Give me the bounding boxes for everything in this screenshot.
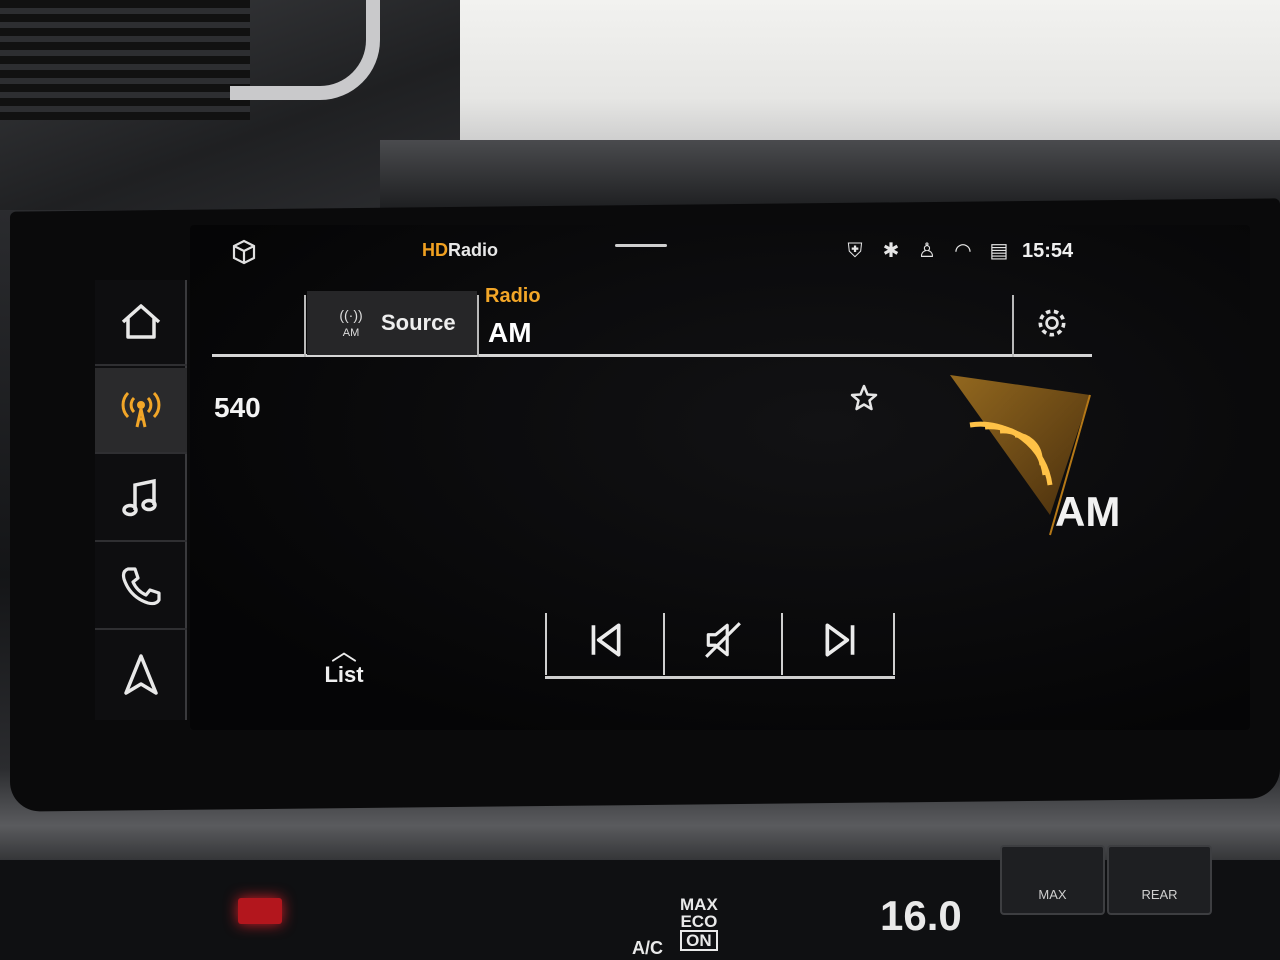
status-icons: ⛨ ✱ ♙ ◠ ▤	[842, 238, 1012, 264]
hd-radio-logo: HDRadio	[422, 240, 499, 260]
header-divider	[477, 295, 479, 357]
station-frequency: 540	[214, 392, 261, 423]
radio-antenna-icon	[121, 391, 161, 428]
status-bar: HDRadio ⛨ ✱ ♙ ◠ ▤ 15:54	[222, 234, 1092, 270]
home-icon	[121, 304, 161, 339]
favorite-star-icon[interactable]	[848, 382, 880, 414]
gear-icon	[1038, 309, 1066, 337]
section-title: Radio	[485, 285, 541, 307]
ac-label[interactable]: A/C	[632, 938, 663, 959]
source-label: Source	[381, 310, 456, 335]
mute-button[interactable]	[665, 605, 781, 675]
front-defrost-max-button[interactable]: MAX	[1000, 845, 1105, 915]
windshield-area	[460, 0, 1280, 140]
nav-phone-button[interactable]	[95, 544, 187, 630]
wifi-icon: ◠	[954, 240, 972, 262]
bluetooth-icon: ✱	[882, 240, 900, 262]
car-dashboard-scene: HDRadio ⛨ ✱ ♙ ◠ ▤ 15:54 ((·)) AM Source R…	[0, 0, 1280, 960]
next-station-button[interactable]	[783, 605, 899, 675]
person-icon: ♙	[918, 240, 936, 262]
air-vent-slats	[0, 0, 250, 120]
shield-icon: ⛨	[847, 240, 863, 262]
music-note-icon	[122, 478, 157, 517]
band-title: AM	[488, 317, 532, 348]
radio-header: ((·)) AM Source Radio AM	[212, 285, 1092, 357]
signal-icon: ▤	[989, 240, 1009, 262]
playback-controls	[545, 605, 895, 679]
mute-speaker-icon	[705, 622, 741, 658]
nav-home-button[interactable]	[95, 280, 187, 366]
list-button[interactable]: ︿ List	[308, 636, 380, 704]
air-vent-chrome-trim	[230, 0, 380, 100]
am-antenna-icon: ((·)) AM	[339, 307, 363, 339]
drag-handle[interactable]	[615, 244, 667, 247]
skip-previous-icon	[591, 623, 621, 657]
max-eco-on-badge: ON	[680, 930, 718, 951]
max-eco-line: ECO	[680, 912, 718, 931]
nav-navigation-button[interactable]	[95, 632, 187, 718]
nav-rail	[95, 280, 187, 720]
nav-media-button[interactable]	[95, 456, 187, 542]
skip-next-icon	[825, 623, 855, 657]
clock: 15:54	[1022, 240, 1074, 262]
phone-icon	[121, 567, 161, 606]
defrost-rear-label: REAR	[1141, 887, 1178, 902]
settings-button[interactable]	[1017, 293, 1087, 353]
source-button[interactable]: ((·)) AM Source	[307, 291, 477, 355]
indicator-light	[238, 898, 282, 924]
rear-defrost-button[interactable]: REAR	[1107, 845, 1212, 915]
artwork-band-label: AM	[1055, 488, 1121, 535]
previous-station-button[interactable]	[547, 605, 663, 675]
header-divider	[304, 295, 306, 357]
control-divider	[893, 613, 895, 675]
max-eco-line: MAX	[680, 895, 718, 914]
defrost-max-label: MAX	[1038, 887, 1067, 902]
max-eco-button[interactable]: MAX ECO ON	[680, 896, 718, 951]
temperature-right: 16.0	[880, 892, 962, 939]
nav-radio-button[interactable]	[95, 368, 187, 454]
cube-icon	[232, 239, 256, 265]
navigation-arrow-icon	[124, 654, 158, 695]
header-divider	[1012, 295, 1014, 357]
list-label: List	[324, 662, 364, 687]
chevron-up-icon: ︿	[330, 636, 357, 666]
